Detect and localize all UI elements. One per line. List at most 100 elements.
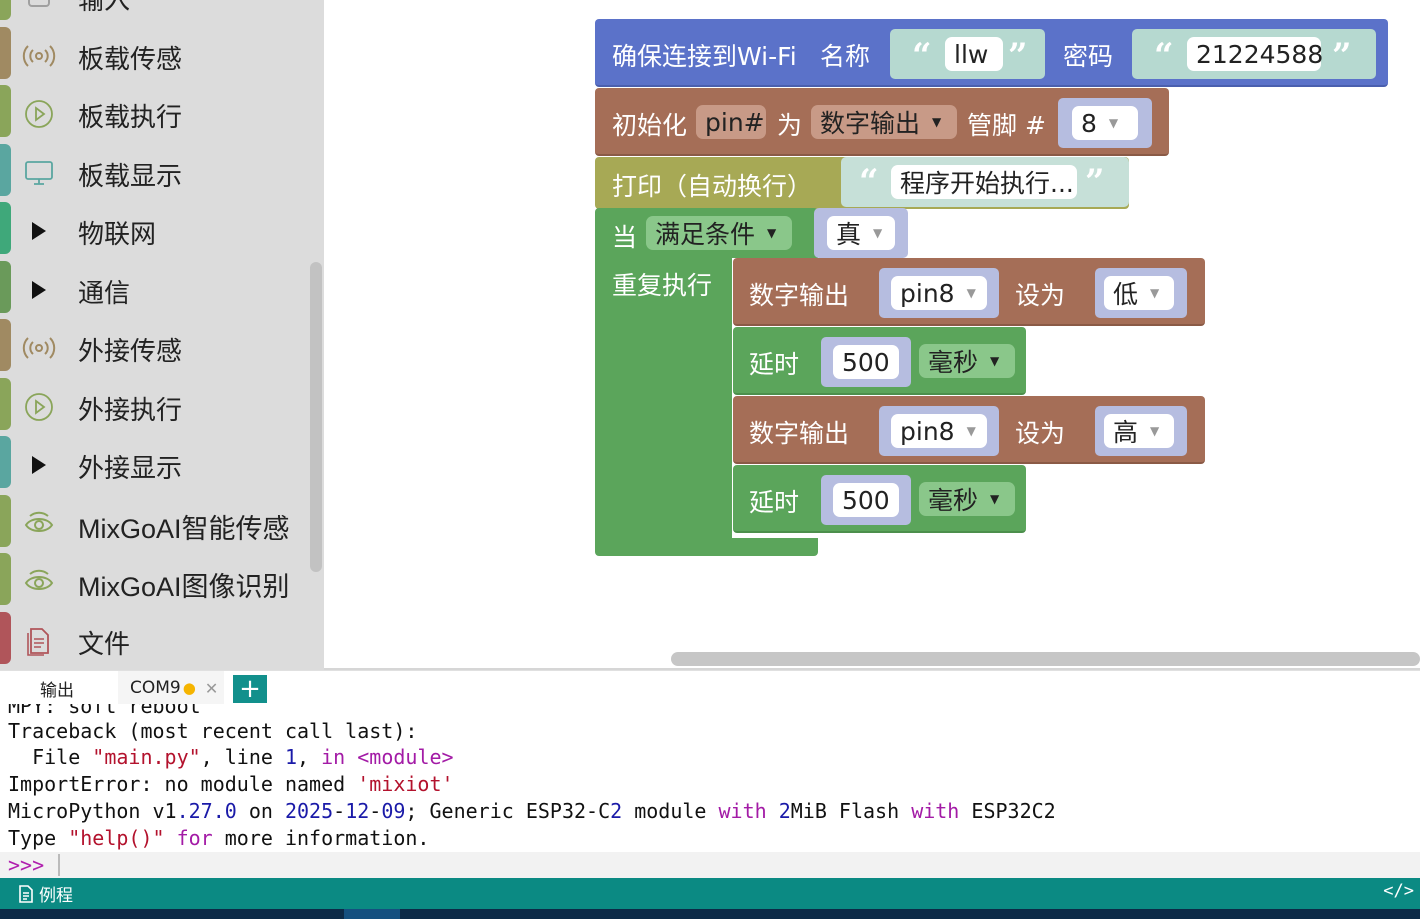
set-to-label: 设为 <box>1015 419 1066 448</box>
tab-output[interactable]: 输出 <box>40 671 74 705</box>
sidebar-item-label: 外接显示 <box>78 454 183 484</box>
delay-amount-slot[interactable]: 500 <box>821 475 911 525</box>
tab-com-port[interactable]: COM9 ● ✕ <box>118 671 224 705</box>
pin-variable-field[interactable]: pin# <box>696 105 766 139</box>
sensor-wave-icon <box>22 39 56 73</box>
ssid-string-block[interactable]: “ llw ” <box>890 29 1045 79</box>
sidebar-item-10[interactable]: MixGoAI图像识别 <box>0 553 308 611</box>
level-dropdown[interactable]: 高 ▼ <box>1104 414 1174 448</box>
pin-number-block[interactable]: 8 ▼ <box>1058 98 1152 148</box>
delay-unit-dropdown[interactable]: 毫秒 ▼ <box>919 482 1015 516</box>
sidebar-item-label: MixGoAI图像识别 <box>78 572 290 602</box>
category-color-stripe <box>0 85 11 137</box>
eye-wave-icon <box>22 507 56 541</box>
wifi-name-label: 名称 <box>820 42 871 71</box>
pin-slot[interactable]: pin8 ▼ <box>879 406 999 456</box>
input-icon <box>22 0 56 14</box>
pin-number-dropdown[interactable]: 8 ▼ <box>1072 106 1138 140</box>
play-circle-icon <box>22 97 56 131</box>
open-quote-icon: “ <box>912 36 932 76</box>
console-line: Type "help()" for more information. <box>8 826 430 850</box>
sidebar-item-2[interactable]: 板载执行 <box>0 85 308 143</box>
sidebar-item-8[interactable]: 外接显示 <box>0 436 308 494</box>
category-color-stripe <box>0 611 11 664</box>
open-quote-icon: “ <box>1154 36 1174 76</box>
print-label: 打印（自动换行） <box>612 172 813 201</box>
set-to-label: 设为 <box>1015 281 1066 310</box>
level-dropdown[interactable]: 低 ▼ <box>1104 276 1174 310</box>
sidebar-item-4[interactable]: 物联网 <box>0 202 308 260</box>
close-quote-icon: ” <box>1008 36 1028 76</box>
level-slot[interactable]: 低 ▼ <box>1095 268 1187 318</box>
pin-number-label: 管脚 # <box>967 111 1046 140</box>
sidebar-item-label: 外接执行 <box>78 395 183 426</box>
delay-unit-dropdown[interactable]: 毫秒 ▼ <box>919 344 1015 378</box>
password-string-block[interactable]: “ 21224588 ” <box>1132 29 1376 79</box>
sidebar-item-label: 外接传感 <box>78 337 183 367</box>
pin-slot[interactable]: pin8 ▼ <box>879 268 999 318</box>
sidebar-item-1[interactable]: 板载传感 <box>0 26 308 85</box>
pin-dropdown[interactable]: pin8 ▼ <box>891 414 987 448</box>
sidebar-item-5[interactable]: 通信 <box>0 260 308 319</box>
console-line: MicroPython v1.27.0 on 2025-12-09; Gener… <box>8 799 1056 823</box>
print-string-block[interactable]: “ 程序开始执行... ” <box>841 157 1129 207</box>
sidebar-scrollbar[interactable] <box>310 262 322 572</box>
delay-amount-field[interactable]: 500 <box>833 483 899 517</box>
category-color-stripe <box>0 260 11 313</box>
delay-block[interactable]: 延时 500 毫秒 ▼ <box>733 465 1026 533</box>
category-color-stripe <box>0 0 11 20</box>
boolean-dropdown[interactable]: 真 ▼ <box>827 216 895 250</box>
pin-init-label: 初始化 <box>612 111 688 140</box>
pin-dropdown[interactable]: pin8 ▼ <box>891 276 987 310</box>
digital-write-label: 数字输出 <box>749 281 850 310</box>
workspace-horizontal-scrollbar[interactable] <box>671 652 1420 666</box>
sidebar-item-3[interactable]: 板载显示 <box>0 143 308 202</box>
delay-label: 延时 <box>749 488 800 517</box>
dropdown-arrow-icon: ▼ <box>873 226 883 240</box>
ssid-field[interactable]: llw <box>945 37 1003 71</box>
dropdown-arrow-icon: ▼ <box>1150 424 1160 438</box>
level-slot[interactable]: 高 ▼ <box>1095 406 1187 456</box>
blocks-workspace[interactable]: 确保连接到Wi-Fi 名称 “ llw ” 密码 “ 21224588 ” 初始… <box>324 0 1420 670</box>
console-input-row[interactable]: >>> <box>0 852 1420 878</box>
wifi-password-label: 密码 <box>1063 42 1114 71</box>
digital-write-label: 数字输出 <box>749 419 850 448</box>
dropdown-arrow-icon: ▼ <box>990 492 1000 506</box>
code-view-toggle[interactable]: </> <box>1383 881 1414 901</box>
examples-label: 例程 <box>39 886 73 906</box>
add-tab-button[interactable]: + <box>233 675 267 703</box>
examples-button[interactable]: 例程 <box>18 878 73 909</box>
sidebar-item-11[interactable]: 文件 <box>0 611 308 670</box>
sidebar-item-label: 输入 <box>78 0 131 16</box>
delay-amount-slot[interactable]: 500 <box>821 337 911 387</box>
digital-write-block[interactable]: 数字输出 pin8 ▼ 设为 高 ▼ <box>733 396 1205 464</box>
taskbar-active-item[interactable] <box>344 909 400 919</box>
dropdown-arrow-icon: ▼ <box>932 115 942 129</box>
delay-amount-field[interactable]: 500 <box>833 345 899 379</box>
print-text-field[interactable]: 程序开始执行... <box>891 165 1077 199</box>
serial-console[interactable]: MPY: soft reboot Traceback (most recent … <box>0 704 1420 852</box>
print-block[interactable]: 打印（自动换行） “ 程序开始执行... ” <box>595 157 1129 209</box>
text-caret <box>58 854 60 876</box>
sidebar-item-0[interactable]: 输入 <box>0 0 308 26</box>
pin-init-block[interactable]: 初始化 pin# 为 数字输出 ▼ 管脚 # 8 ▼ <box>595 88 1169 156</box>
wifi-connect-block[interactable]: 确保连接到Wi-Fi 名称 “ llw ” 密码 “ 21224588 ” <box>595 19 1388 87</box>
password-field[interactable]: 21224588 <box>1187 37 1323 71</box>
dropdown-arrow-icon: ▼ <box>767 226 777 240</box>
sidebar-item-7[interactable]: 外接执行 <box>0 377 308 436</box>
close-icon[interactable]: ✕ <box>205 679 218 698</box>
status-bar: 例程 </> <box>0 878 1420 909</box>
delay-block[interactable]: 延时 500 毫秒 ▼ <box>733 327 1026 395</box>
sidebar-item-label: 文件 <box>78 629 131 660</box>
sidebar-item-label: 通信 <box>78 278 131 309</box>
while-condition-mode-dropdown[interactable]: 满足条件 ▼ <box>646 216 792 250</box>
sidebar-item-9[interactable]: MixGoAI智能传感 <box>0 494 308 553</box>
pin-mode-dropdown[interactable]: 数字输出 ▼ <box>811 105 957 139</box>
digital-write-block[interactable]: 数字输出 pin8 ▼ 设为 低 ▼ <box>733 258 1205 326</box>
pin-as-label: 为 <box>777 111 803 140</box>
boolean-block[interactable]: 真 ▼ <box>814 208 908 258</box>
expand-triangle-icon <box>26 448 52 482</box>
sidebar-item-label: MixGoAI智能传感 <box>78 513 290 544</box>
sidebar-item-6[interactable]: 外接传感 <box>0 319 308 377</box>
open-quote-icon: “ <box>859 162 879 202</box>
